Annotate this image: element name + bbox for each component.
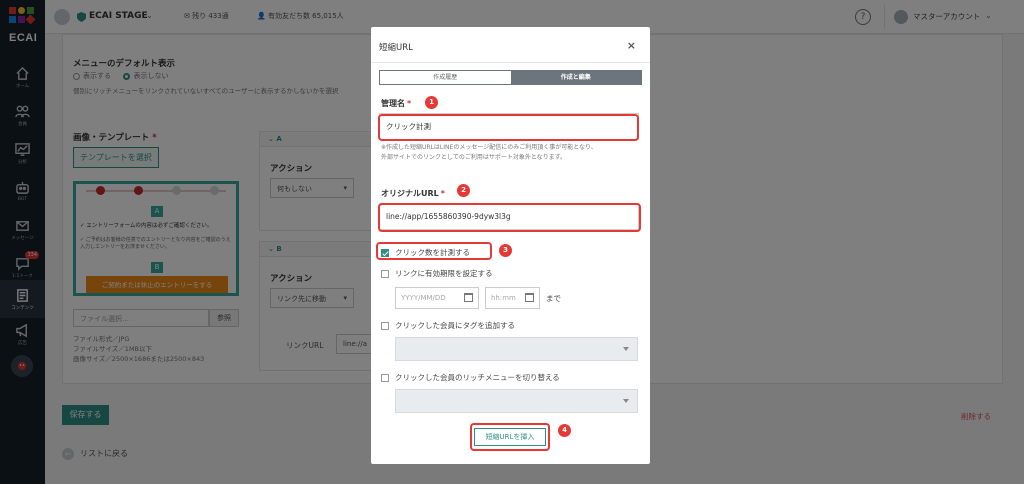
calendar-icon[interactable]: [464, 293, 473, 302]
usage-note: ※作成した短縮URLはLINEのメッセージ配信にのみご利用頂く事が可能となり、 …: [381, 143, 636, 163]
highlight-box: [376, 242, 492, 260]
expiry-checkbox[interactable]: リンクに有効期限を設定する: [381, 268, 493, 279]
expiry-time-input[interactable]: hh:mm: [485, 287, 540, 309]
rich-menu-select[interactable]: [395, 389, 638, 413]
marker-3: 3: [499, 244, 512, 257]
divider: [371, 62, 650, 63]
add-tag-checkbox[interactable]: クリックした会員にタグを追加する: [381, 320, 515, 331]
checkbox[interactable]: [381, 321, 389, 330]
original-url-label: オリジナルURL *: [381, 188, 445, 199]
tab-create-edit[interactable]: 作成と編集: [510, 71, 641, 84]
required-mark: *: [440, 189, 445, 198]
checkbox[interactable]: [381, 373, 389, 382]
highlight-box: [378, 203, 641, 232]
highlight-box: [470, 423, 550, 451]
required-mark: *: [407, 99, 412, 108]
checkbox[interactable]: [381, 269, 389, 278]
close-icon[interactable]: ×: [627, 39, 636, 52]
modal-title: 短縮URL: [379, 43, 413, 53]
caret-down-icon: [623, 399, 629, 403]
expiry-date-input[interactable]: YYYY/MM/DD: [395, 287, 479, 309]
marker-2: 2: [457, 184, 470, 197]
until-label: まで: [546, 294, 561, 303]
usage-note-line: ※作成した短縮URLはLINEのメッセージ配信にのみご利用頂く事が可能となり、: [381, 144, 597, 151]
short-url-modal: 短縮URL × 作成履歴 作成と編集 管理名 * 1 クリック計測 ※作成した短縮…: [371, 27, 650, 464]
marker-4: 4: [558, 424, 571, 437]
calendar-icon[interactable]: [525, 293, 534, 302]
original-url-text: オリジナルURL: [381, 189, 439, 198]
usage-note-line: 外部サイトでのリンクとしてのご利用はサポート対象外となります。: [381, 154, 567, 161]
caret-down-icon: [623, 347, 629, 351]
admin-name-text: 管理名: [381, 99, 405, 108]
tag-select[interactable]: [395, 337, 638, 361]
switch-menu-checkbox[interactable]: クリックした会員のリッチメニューを切り替える: [381, 372, 560, 383]
highlight-box: [378, 114, 639, 141]
expiry-label: リンクに有効期限を設定する: [395, 269, 493, 278]
switch-menu-label: クリックした会員のリッチメニューを切り替える: [395, 373, 560, 382]
expiry-time-placeholder: hh:mm: [491, 294, 516, 302]
tab-history[interactable]: 作成履歴: [380, 71, 511, 84]
modal-tabs: 作成履歴 作成と編集: [379, 70, 642, 85]
marker-1: 1: [425, 96, 438, 109]
expiry-date-placeholder: YYYY/MM/DD: [401, 294, 446, 302]
add-tag-label: クリックした会員にタグを追加する: [395, 321, 515, 330]
admin-name-label: 管理名 *: [381, 98, 411, 109]
